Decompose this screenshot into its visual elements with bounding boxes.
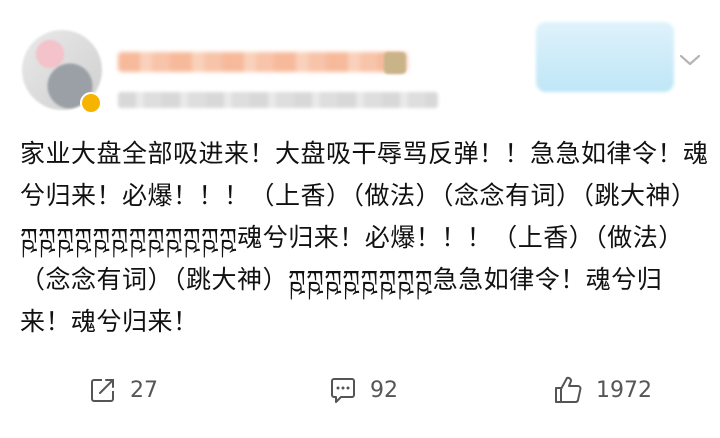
post-body-text: 家业大盘全部吸进来！大盘吸干辱骂反弹！！急急如律令！魂兮归来！必爆！！！（上香）… — [20, 139, 709, 336]
user-tag-icon — [384, 52, 406, 74]
like-button[interactable]: 1972 — [552, 362, 652, 418]
post-header — [0, 0, 720, 125]
post-meta-redacted — [118, 92, 438, 108]
like-icon — [552, 374, 584, 406]
like-count: 1972 — [596, 377, 652, 403]
verified-badge-icon — [80, 92, 102, 114]
card-decoration — [536, 22, 674, 92]
chevron-down-icon[interactable] — [676, 50, 704, 70]
comment-count: 92 — [370, 377, 398, 403]
post-action-bar: 27 92 1972 — [0, 362, 720, 418]
comment-button[interactable]: 92 — [328, 362, 398, 418]
username-redacted[interactable] — [118, 52, 408, 72]
repost-button[interactable]: 27 — [88, 362, 158, 418]
comment-icon — [328, 375, 358, 405]
repost-count: 27 — [130, 377, 158, 403]
repost-icon — [88, 375, 118, 405]
